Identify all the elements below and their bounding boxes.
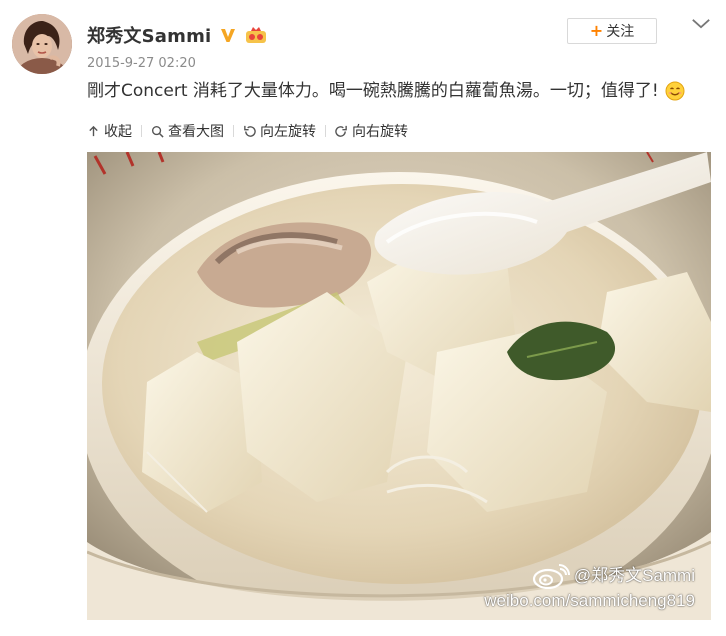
fish-soup-image bbox=[87, 152, 711, 620]
watermark-user-line: @郑秀文Sammi bbox=[484, 563, 695, 589]
avatar-image bbox=[12, 14, 72, 74]
post-text-line: 剛才Concert 消耗了大量体力。喝一碗熱騰騰的白蘿蔔魚湯。一切；值得了! bbox=[87, 79, 717, 103]
weibo-watermark: @郑秀文Sammi weibo.com/sammicheng819 bbox=[484, 563, 695, 612]
watermark-url: weibo.com/sammicheng819 bbox=[484, 591, 695, 610]
toolbar-divider bbox=[233, 125, 234, 137]
weibo-post: 郑秀文Sammi + 关注 2015-9-27 02:20 剛才Concert … bbox=[0, 0, 726, 636]
rotate-right-label: 向右旋转 bbox=[352, 124, 408, 140]
collapse-icon bbox=[89, 125, 98, 136]
toolbar-divider bbox=[325, 125, 326, 137]
chevron-down-icon bbox=[692, 18, 710, 28]
post-menu-button[interactable] bbox=[690, 14, 712, 32]
post-timestamp[interactable]: 2015-9-27 02:20 bbox=[87, 56, 196, 71]
toolbar-divider bbox=[141, 125, 142, 137]
username[interactable]: 郑秀文Sammi bbox=[87, 22, 211, 48]
watermark-user: @郑秀文Sammi bbox=[573, 566, 695, 585]
rotate-left-label: 向左旋转 bbox=[260, 124, 316, 140]
verified-icon bbox=[219, 26, 237, 44]
follow-button[interactable]: + 关注 bbox=[567, 18, 657, 44]
image-toolbar: 收起 查看大图 向左旋转 向右旋转 bbox=[87, 120, 408, 142]
rotate-right-button[interactable]: 向右旋转 bbox=[335, 121, 408, 141]
view-large-button[interactable]: 查看大图 bbox=[151, 121, 224, 141]
rotate-left-icon bbox=[244, 125, 256, 137]
rotate-right-icon bbox=[335, 125, 347, 137]
post-header: 郑秀文Sammi + 关注 2015-9-27 02:20 剛才Concert … bbox=[0, 0, 726, 112]
user-line: 郑秀文Sammi bbox=[87, 22, 267, 48]
avatar[interactable] bbox=[12, 14, 72, 74]
view-large-label: 查看大图 bbox=[168, 124, 224, 140]
follow-label: 关注 bbox=[606, 24, 635, 40]
weibo-logo-icon bbox=[532, 564, 570, 589]
collapse-button[interactable]: 收起 bbox=[87, 121, 132, 141]
fan-badge-icon[interactable] bbox=[245, 26, 267, 44]
magnify-icon bbox=[151, 125, 164, 138]
collapse-label: 收起 bbox=[104, 124, 132, 140]
plus-icon: + bbox=[589, 21, 604, 40]
post-photo[interactable]: @郑秀文Sammi weibo.com/sammicheng819 bbox=[87, 152, 711, 620]
smile-emoji-icon bbox=[665, 81, 685, 101]
post-text: 剛才Concert 消耗了大量体力。喝一碗熱騰騰的白蘿蔔魚湯。一切；值得了! bbox=[87, 81, 659, 101]
rotate-left-button[interactable]: 向左旋转 bbox=[243, 121, 316, 141]
